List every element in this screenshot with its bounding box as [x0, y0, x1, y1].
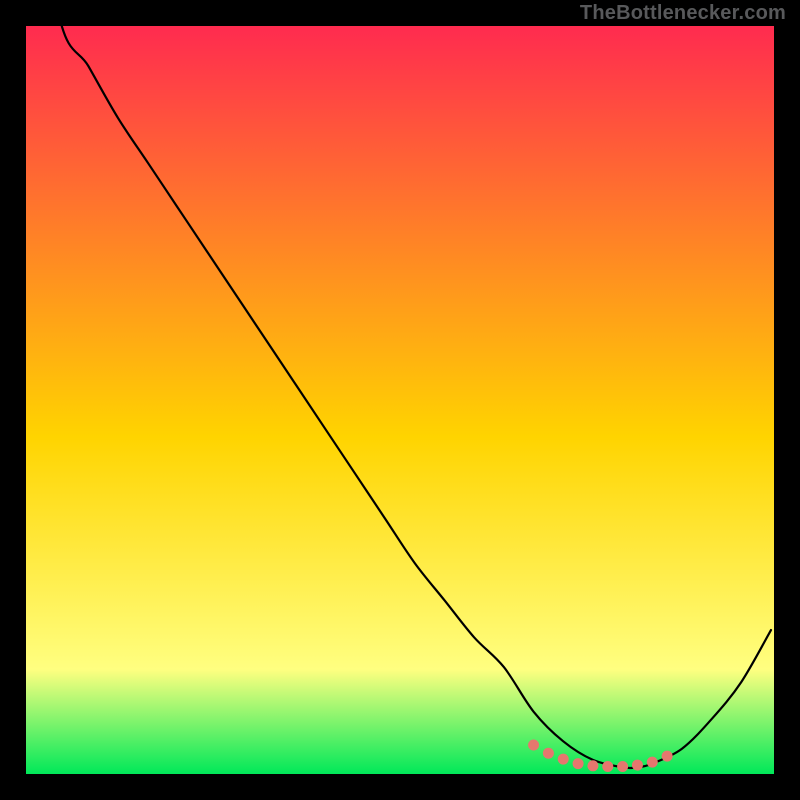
marker-dot [573, 758, 584, 769]
marker-dot [647, 757, 658, 768]
marker-dot [558, 754, 569, 765]
marker-dot [602, 761, 613, 772]
marker-dot [543, 748, 554, 759]
marker-dot [617, 761, 628, 772]
watermark-text: TheBottlenecker.com [580, 2, 786, 25]
bottleneck-chart [0, 0, 800, 800]
marker-dot [662, 751, 673, 762]
marker-dot [632, 760, 643, 771]
marker-dot [528, 740, 539, 751]
gradient-background [26, 26, 774, 774]
marker-dot [587, 760, 598, 771]
stage: { "watermark": "TheBottlenecker.com", "c… [0, 0, 800, 800]
